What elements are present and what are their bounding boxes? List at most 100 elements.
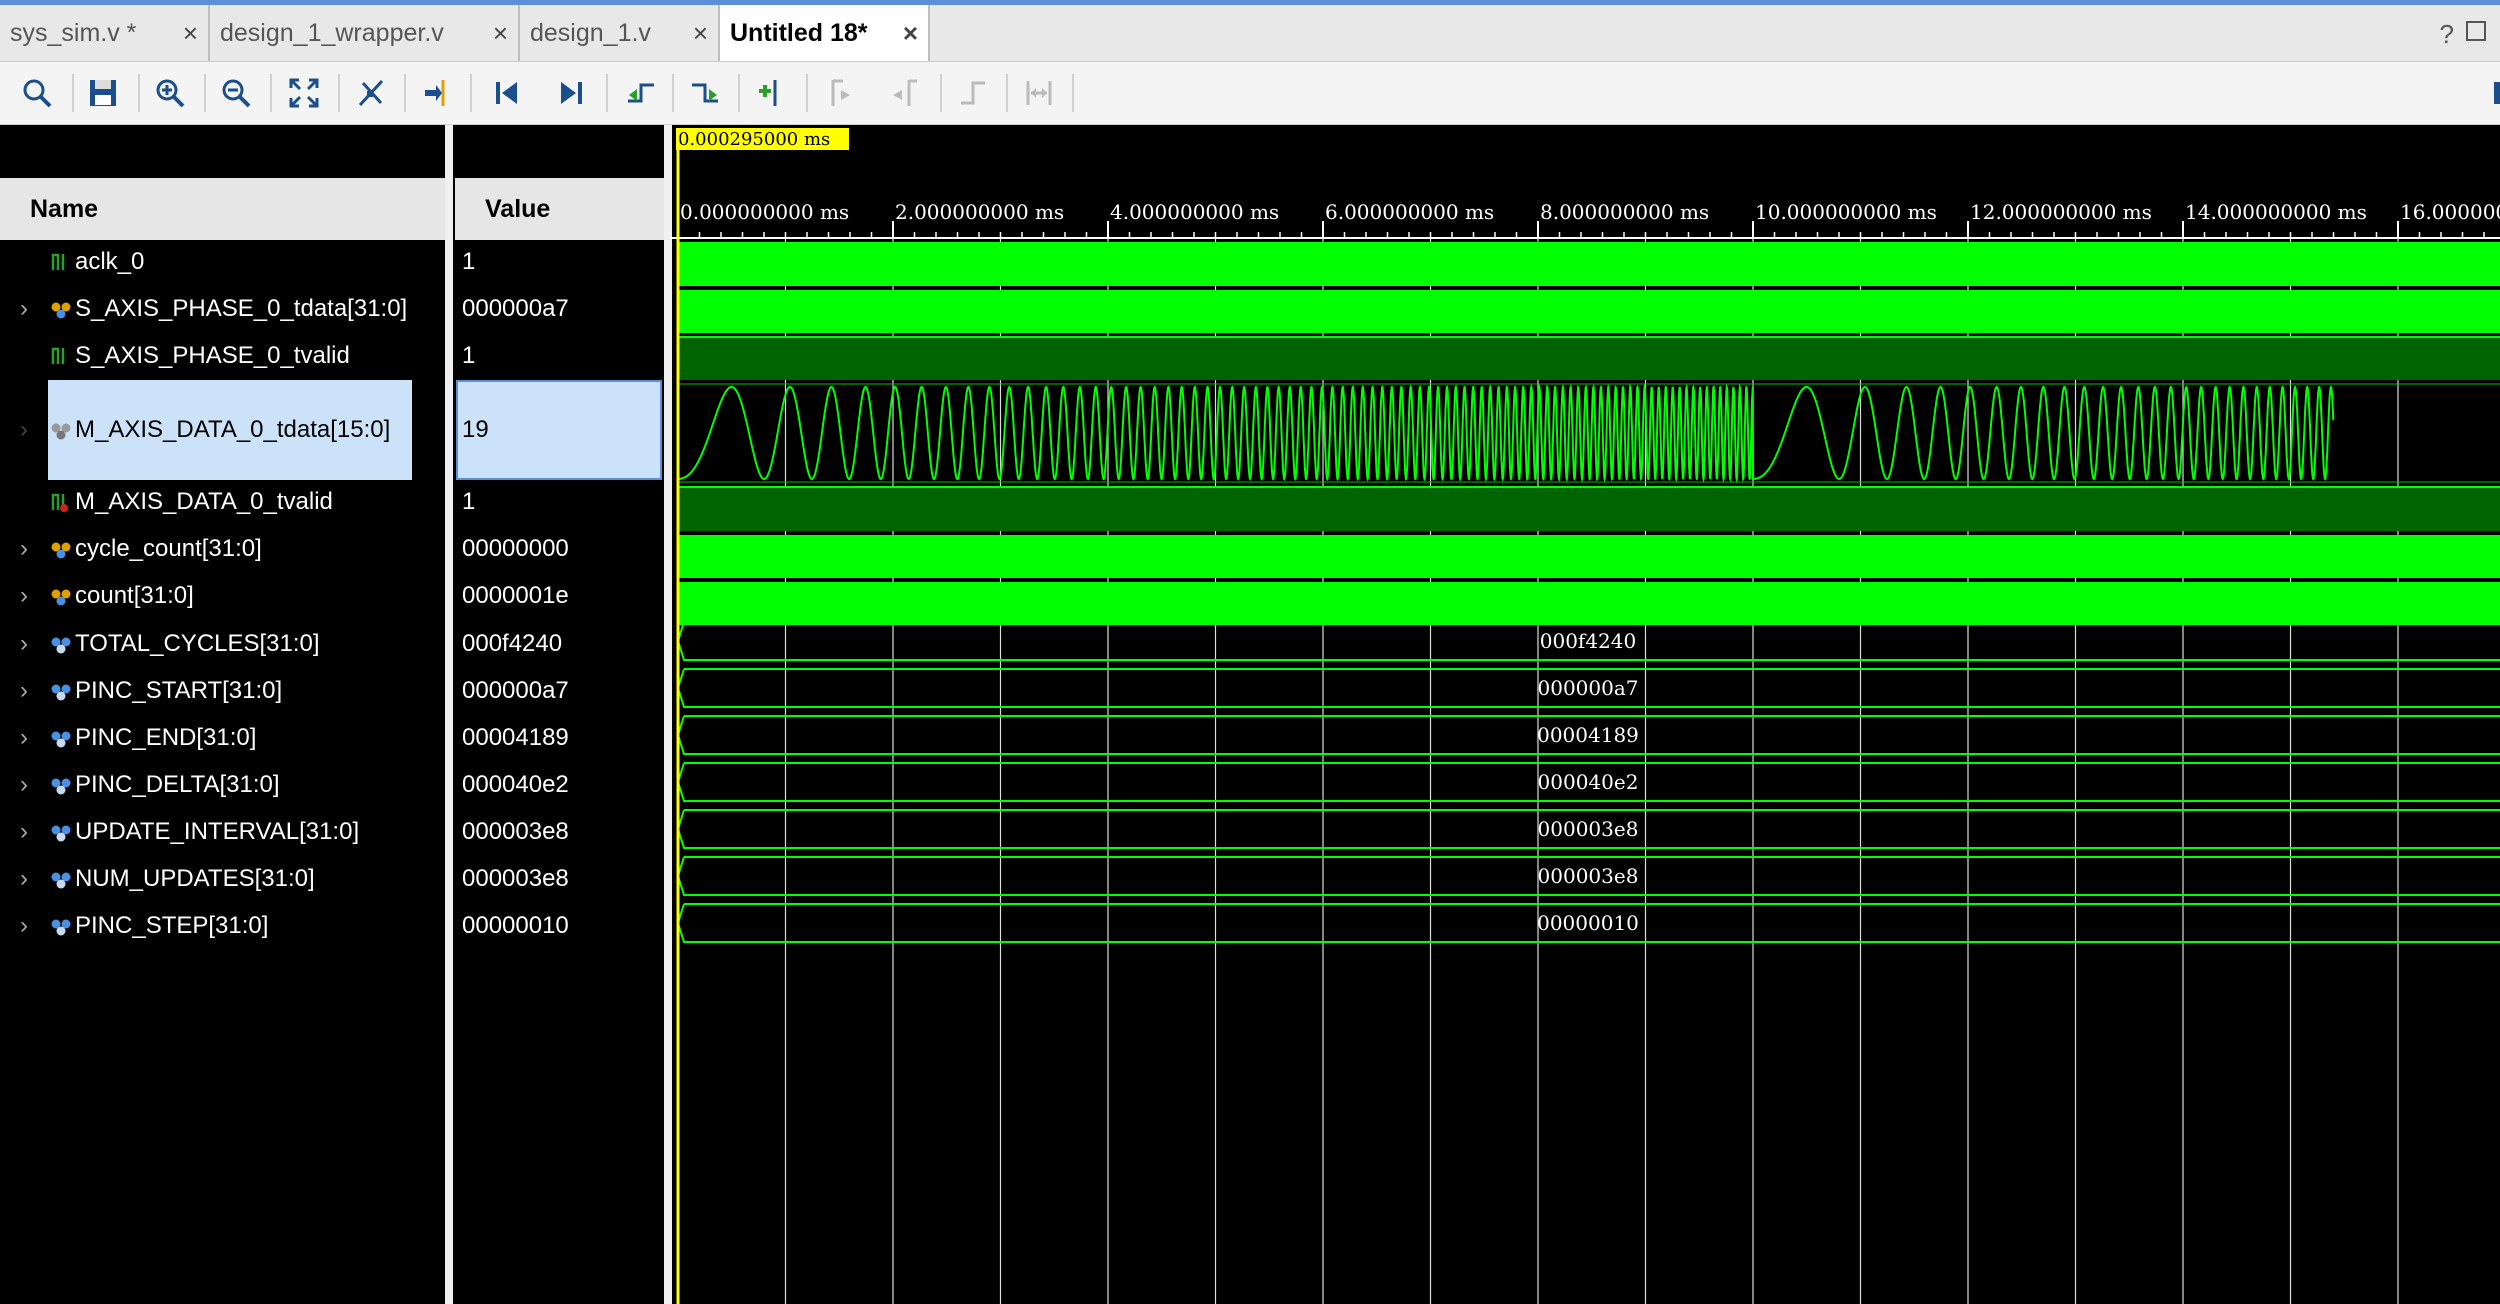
close-icon[interactable]: ×	[493, 18, 508, 49]
signal-row-s-axis-phase-tvalid[interactable]: S_AXIS_PHASE_0_tvalid	[0, 332, 445, 379]
close-icon[interactable]: ×	[903, 18, 918, 49]
tab-design-1[interactable]: design_1.v ×	[520, 5, 720, 61]
toolbar-overflow-icon[interactable]	[2494, 82, 2500, 104]
signal-row-s-axis-phase-tdata[interactable]: › S_AXIS_PHASE_0_tdata[31:0]	[0, 285, 445, 332]
chevron-right-icon[interactable]: ›	[20, 865, 28, 893]
help-icon[interactable]: ?	[2440, 19, 2454, 50]
bus-signal-icon	[51, 302, 71, 318]
save-button[interactable]	[70, 62, 136, 124]
chevron-right-icon[interactable]: ›	[20, 912, 28, 940]
search-button[interactable]	[4, 62, 70, 124]
signal-row-total-cycles[interactable]: › TOTAL_CYCLES[31:0]	[0, 620, 445, 667]
wave-s-axis-phase-tvalid	[678, 336, 2500, 380]
wave-s-axis-phase-tdata	[678, 290, 2500, 333]
go-to-start-icon	[496, 82, 517, 104]
chevron-right-icon[interactable]: ›	[20, 677, 28, 705]
parameter-icon	[51, 919, 71, 935]
chevron-right-icon[interactable]: ›	[20, 771, 28, 799]
signal-row-m-axis-data-tvalid[interactable]: M_AXIS_DATA_0_tvalid	[0, 478, 445, 525]
signal-row-pinc-delta[interactable]: › PINC_DELTA[31:0]	[0, 761, 445, 808]
previous-marker-button[interactable]	[806, 62, 872, 124]
close-icon[interactable]: ×	[693, 18, 708, 49]
signal-name: M_AXIS_DATA_0_tvalid	[75, 487, 333, 515]
parameter-waves: 000f4240 000000a7 00004189 000040e2 000003e8…	[676, 621, 2500, 943]
next-marker-icon	[893, 79, 917, 106]
swap-cursors-button[interactable]	[940, 62, 1006, 124]
wave-param: 000f4240	[676, 621, 2500, 661]
signal-row-pinc-end[interactable]: › PINC_END[31:0]	[0, 714, 445, 761]
restore-window-icon[interactable]	[2466, 21, 2486, 41]
signal-name: S_AXIS_PHASE_0_tdata[31:0]	[75, 294, 408, 322]
signal-row-count[interactable]: › count[31:0]	[0, 572, 445, 619]
ruler-label: 12.000000000 ms	[1970, 200, 2152, 224]
bus-signal-icon	[51, 589, 71, 605]
previous-transition-icon	[628, 83, 654, 103]
signal-row-m-axis-data-tdata[interactable]: › M_AXIS_DATA_0_tdata[15:0]	[0, 406, 445, 453]
save-icon	[90, 80, 116, 106]
toolbar-separator	[1072, 74, 1074, 112]
add-marker-button[interactable]	[738, 62, 804, 124]
chevron-right-icon[interactable]: ›	[20, 535, 28, 563]
go-to-end-icon	[561, 82, 582, 104]
signal-row-num-updates[interactable]: › NUM_UPDATES[31:0]	[0, 855, 445, 902]
name-value-splitter[interactable]	[445, 125, 453, 1304]
signal-name: PINC_DELTA[31:0]	[75, 770, 280, 798]
wave-m-axis-data-tdata	[678, 383, 2500, 483]
signal-name: PINC_END[31:0]	[75, 723, 257, 751]
cursor-button[interactable]	[338, 62, 404, 124]
previous-marker-icon	[831, 79, 850, 106]
next-marker-button[interactable]	[872, 62, 938, 124]
signal-value: 00000010	[462, 911, 569, 939]
wave-m-axis-data-tvalid	[678, 486, 2500, 531]
zoom-out-icon	[222, 79, 251, 108]
chevron-right-icon[interactable]: ›	[20, 818, 28, 846]
chevron-right-icon[interactable]: ›	[20, 630, 28, 658]
parameter-icon	[51, 637, 71, 653]
value-column-header[interactable]: Value	[455, 178, 665, 240]
bus-value-label: 000f4240	[1540, 629, 1636, 653]
signal-row-pinc-start[interactable]: › PINC_START[31:0]	[0, 667, 445, 714]
signal-row-cycle-count[interactable]: › cycle_count[31:0]	[0, 525, 445, 572]
next-transition-button[interactable]	[672, 62, 738, 124]
chevron-right-icon[interactable]: ›	[20, 582, 28, 610]
zoom-in-button[interactable]	[137, 62, 203, 124]
name-column-header[interactable]: Name	[0, 178, 445, 240]
go-to-cursor-button[interactable]	[404, 62, 470, 124]
wave-cycle-count	[678, 535, 2500, 578]
ruler-label: 6.000000000 ms	[1325, 200, 1494, 224]
signal-row-aclk-0[interactable]: aclk_0	[0, 238, 445, 285]
tab-sys-sim[interactable]: sys_sim.v * ×	[0, 5, 210, 61]
zoom-fit-button[interactable]	[271, 62, 337, 124]
close-icon[interactable]: ×	[183, 18, 198, 49]
bus-value-label: 000040e2	[1538, 770, 1639, 794]
signal-row-pinc-step[interactable]: › PINC_STEP[31:0]	[0, 902, 445, 949]
wave-aclk-0	[678, 242, 2500, 286]
wave-param: 00004189	[676, 715, 2500, 755]
go-to-start-button[interactable]	[474, 62, 540, 124]
wave-param: 00000010	[676, 903, 2500, 943]
snap-transition-button[interactable]	[1006, 62, 1072, 124]
tab-design-1-wrapper[interactable]: design_1_wrapper.v ×	[210, 5, 520, 61]
wave-param: 000003e8	[676, 809, 2500, 849]
search-icon	[23, 79, 52, 108]
previous-transition-button[interactable]	[608, 62, 674, 124]
zoom-fit-icon	[289, 78, 319, 108]
waveform-canvas[interactable]: 0.000000000 ms 2.000000000 ms 4.000000000 …	[670, 125, 2500, 1304]
ruler-label: 10.000000000 ms	[1755, 200, 1937, 224]
tab-untitled-18[interactable]: Untitled 18* ×	[720, 5, 930, 61]
signal-row-update-interval[interactable]: › UPDATE_INTERVAL[31:0]	[0, 808, 445, 855]
go-to-end-button[interactable]	[538, 62, 604, 124]
zoom-out-button[interactable]	[203, 62, 269, 124]
signal-name: PINC_STEP[31:0]	[75, 911, 269, 939]
signal-name: M_AXIS_DATA_0_tdata[15:0]	[75, 415, 391, 443]
chevron-right-icon[interactable]: ›	[20, 724, 28, 752]
parameter-icon	[51, 872, 71, 888]
chevron-right-icon[interactable]: ›	[20, 416, 28, 444]
signal-value: 000003e8	[462, 817, 569, 845]
tab-label: design_1_wrapper.v	[220, 18, 444, 47]
signal-value: 1	[462, 247, 476, 275]
chevron-right-icon[interactable]: ›	[20, 295, 28, 323]
signal-name: count[31:0]	[75, 581, 194, 609]
signal-value: 000000a7	[462, 676, 569, 704]
signal-name: UPDATE_INTERVAL[31:0]	[75, 817, 360, 845]
